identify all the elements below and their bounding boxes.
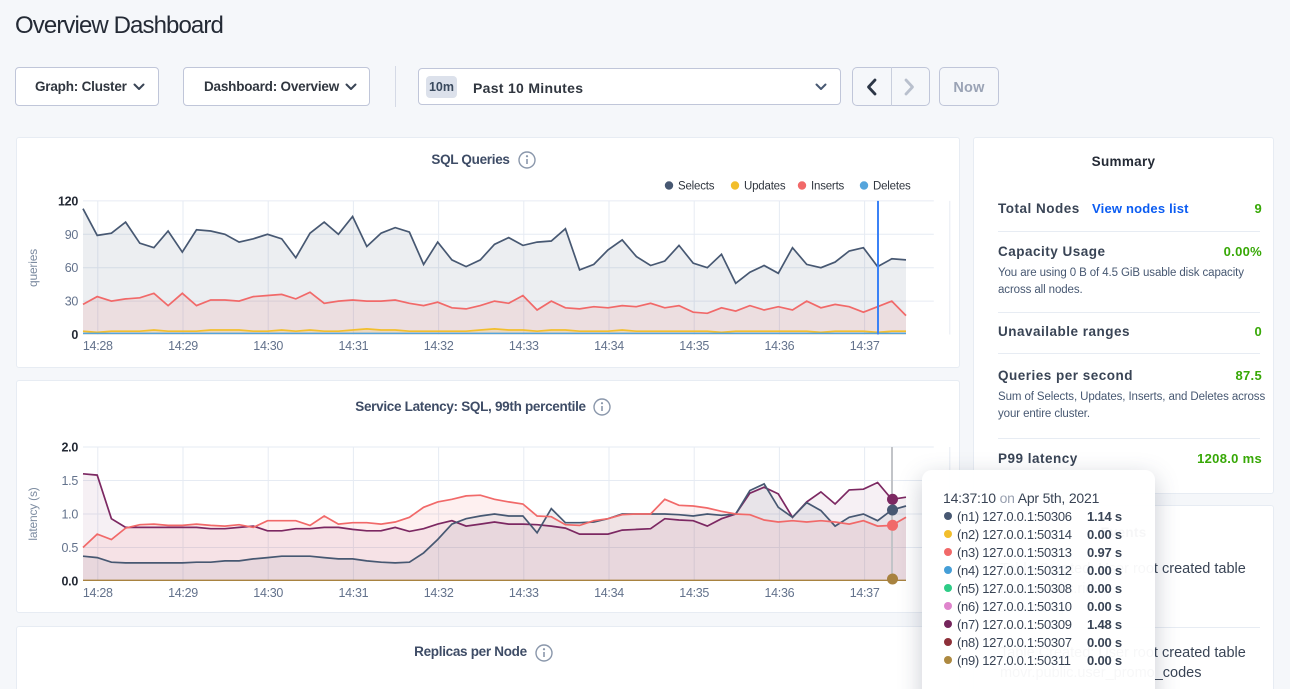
svg-text:Inserts: Inserts xyxy=(811,181,845,193)
svg-text:14:36: 14:36 xyxy=(765,339,795,353)
svg-text:14:33: 14:33 xyxy=(509,339,539,353)
svg-text:14:36: 14:36 xyxy=(765,586,795,600)
svg-text:14:28: 14:28 xyxy=(83,586,113,600)
svg-text:60: 60 xyxy=(65,261,79,275)
svg-text:120: 120 xyxy=(58,194,78,208)
svg-text:14:32: 14:32 xyxy=(424,586,454,600)
svg-text:1.5: 1.5 xyxy=(62,474,79,488)
svg-text:14:31: 14:31 xyxy=(339,339,369,353)
svg-text:Deletes: Deletes xyxy=(873,181,911,193)
svg-text:14:29: 14:29 xyxy=(168,339,198,353)
svg-text:14:29: 14:29 xyxy=(168,586,198,600)
svg-text:14:37: 14:37 xyxy=(850,339,880,353)
svg-text:latency (s): latency (s) xyxy=(26,487,40,540)
svg-text:14:30: 14:30 xyxy=(253,339,283,353)
svg-text:14:37: 14:37 xyxy=(850,586,880,600)
svg-text:14:35: 14:35 xyxy=(679,339,709,353)
svg-text:0.5: 0.5 xyxy=(62,541,79,555)
svg-text:14:35: 14:35 xyxy=(679,586,709,600)
svg-text:2.0: 2.0 xyxy=(62,441,79,455)
svg-text:14:32: 14:32 xyxy=(424,339,454,353)
svg-text:queries: queries xyxy=(26,249,40,287)
svg-text:0.0: 0.0 xyxy=(62,575,79,589)
svg-text:Selects: Selects xyxy=(678,181,715,193)
svg-text:Updates: Updates xyxy=(744,181,786,193)
svg-text:90: 90 xyxy=(65,228,79,242)
svg-text:14:33: 14:33 xyxy=(509,586,539,600)
svg-text:14:34: 14:34 xyxy=(594,586,624,600)
svg-text:0: 0 xyxy=(71,328,78,342)
svg-text:14:31: 14:31 xyxy=(339,586,369,600)
svg-text:14:28: 14:28 xyxy=(83,339,113,353)
svg-text:1.0: 1.0 xyxy=(62,508,79,522)
svg-text:14:30: 14:30 xyxy=(253,586,283,600)
svg-text:30: 30 xyxy=(65,295,79,309)
svg-text:14:34: 14:34 xyxy=(594,339,624,353)
